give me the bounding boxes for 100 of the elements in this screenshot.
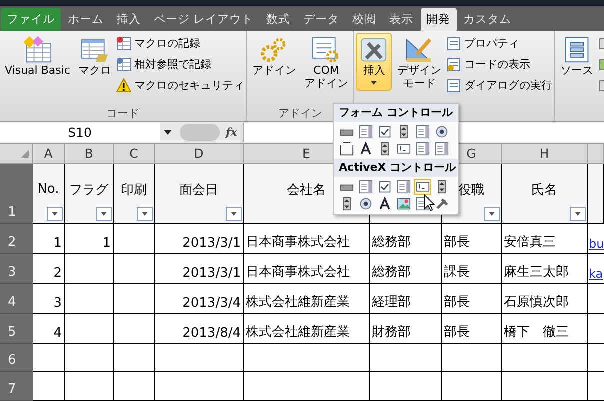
- table-cell: 2013/3/4: [155, 284, 244, 314]
- column-header[interactable]: B: [65, 144, 114, 164]
- table-cell: [65, 254, 114, 284]
- document-icon: [446, 36, 462, 51]
- ribbon-button[interactable]: マクロのセキュリティ: [116, 76, 244, 95]
- table-cell: [370, 372, 442, 401]
- ribbon-button[interactable]: ダイアログの実行: [446, 76, 552, 95]
- table-cell: [114, 372, 155, 401]
- row-header[interactable]: 4: [0, 284, 33, 314]
- table-cell: 部長: [442, 314, 502, 344]
- ribbon-button[interactable]: ソース: [557, 33, 596, 80]
- table-cell: 株式会社維新産業: [244, 314, 370, 344]
- table-cell: 財務部: [370, 314, 442, 344]
- table-cell: [442, 372, 502, 401]
- table-header-cell: 氏名: [502, 164, 588, 224]
- table-header-cell: 面会日: [155, 164, 244, 224]
- document-icon: [446, 57, 462, 72]
- filter-button[interactable]: [484, 207, 500, 221]
- ribbon-button[interactable]: 相対参照で記録: [116, 55, 244, 74]
- table-cell: [114, 284, 155, 314]
- ribbon-tab[interactable]: 数式: [260, 8, 297, 31]
- row-header[interactable]: 2: [0, 224, 33, 254]
- document-icon: [446, 78, 462, 93]
- table-cell: [114, 224, 155, 254]
- table-cell: 麻生三太郎: [502, 254, 588, 284]
- link[interactable]: bu: [589, 237, 604, 251]
- row-header[interactable]: 1: [0, 164, 33, 224]
- menu-section-title: フォーム コントロール: [334, 104, 458, 122]
- ribbon-button[interactable]: プロパティ: [446, 34, 552, 53]
- ribbon-button[interactable]: コードの表示: [446, 55, 552, 74]
- insert-function-button[interactable]: fx: [226, 126, 238, 139]
- ribbon-button[interactable]: デザイン モード: [394, 33, 444, 93]
- row-header[interactable]: 6: [0, 344, 33, 372]
- filter-button[interactable]: [226, 207, 242, 221]
- ribbon-button[interactable]: アドイン: [249, 33, 300, 80]
- mouse-cursor-icon: [424, 194, 436, 212]
- row-header[interactable]: 5: [0, 314, 33, 344]
- table-cell: 総務部: [370, 254, 442, 284]
- table-cell: [33, 372, 65, 401]
- name-box[interactable]: S10: [0, 123, 160, 142]
- table-cell: 橋下 徹三: [502, 314, 588, 344]
- table-cell: 株式会社維新産業: [244, 284, 370, 314]
- table-cell: 石原慎次郎: [502, 284, 588, 314]
- ribbon-tab[interactable]: 挿入: [111, 8, 147, 31]
- table-cell: [370, 344, 442, 372]
- ribbon-tab[interactable]: 校閲: [346, 8, 383, 31]
- link[interactable]: ka: [589, 267, 604, 281]
- ruler-pencil-icon: [404, 36, 434, 64]
- ribbon-tab[interactable]: ページ レイアウト: [148, 8, 260, 31]
- table-cell: [65, 314, 114, 344]
- ribbon-button[interactable]: COM アドイン: [301, 33, 352, 93]
- table-cell: [65, 284, 114, 314]
- table-cell: [114, 314, 155, 344]
- ribbon-tab[interactable]: 表示: [384, 8, 420, 31]
- ribbon-button[interactable]: 挿入: [356, 33, 392, 91]
- ribbon-tab[interactable]: ファイル: [1, 8, 61, 31]
- table-cell: [65, 344, 114, 372]
- table-cell: 課長: [442, 254, 502, 284]
- column-header[interactable]: A: [33, 144, 65, 164]
- table-cell: 4: [33, 314, 65, 344]
- checklist-gear-icon: [311, 36, 342, 64]
- ribbon-tab[interactable]: データ: [298, 8, 346, 31]
- column-header[interactable]: H: [502, 144, 588, 164]
- ribbon-button[interactable]: マクロ: [75, 33, 114, 80]
- ribbon-button[interactable]: マクロの記録: [116, 34, 244, 53]
- table-cell: 安倍真三: [502, 224, 588, 254]
- group-label: コード: [106, 106, 140, 121]
- spreadsheet-icon: [22, 36, 53, 64]
- table-cell: 日本商事株式会社: [244, 254, 370, 284]
- ribbon-tab[interactable]: 開発: [420, 8, 457, 31]
- table-cell: 2: [33, 254, 65, 284]
- filter-button[interactable]: [137, 207, 153, 221]
- sheet-icon: [116, 36, 132, 51]
- filter-button[interactable]: [47, 207, 63, 221]
- table-cell: 2013/3/1: [155, 224, 244, 254]
- ribbon-tab[interactable]: カスタム: [458, 8, 518, 31]
- warning-icon: [116, 78, 132, 93]
- column-header[interactable]: C: [114, 144, 155, 164]
- column-header[interactable]: D: [155, 144, 244, 164]
- row-header[interactable]: 7: [0, 372, 33, 401]
- control-icon[interactable]: [338, 141, 355, 157]
- table-cell: [33, 344, 65, 372]
- table-cell: [114, 254, 155, 284]
- table-cell: [65, 372, 114, 401]
- table-cell: 部長: [442, 224, 502, 254]
- ribbon-tab[interactable]: ホーム: [62, 8, 110, 31]
- table-cell: 1: [33, 224, 65, 254]
- filter-button[interactable]: [96, 207, 112, 221]
- sheet-icon: [116, 57, 132, 72]
- table-cell: 1: [65, 224, 114, 254]
- row-header[interactable]: 3: [0, 254, 33, 284]
- resize-handle[interactable]: [180, 124, 220, 141]
- table-cell: [114, 344, 155, 372]
- ribbon-button[interactable]: Visual Basic: [2, 33, 74, 80]
- table-header-cell: フラグ: [65, 164, 114, 224]
- table-cell: 部長: [442, 284, 502, 314]
- menu-section-title: ActiveX コントロール: [334, 159, 458, 177]
- table-cell: 2013/3/1: [155, 254, 244, 284]
- group-label: アドイン: [278, 106, 322, 121]
- filter-button[interactable]: [570, 207, 586, 221]
